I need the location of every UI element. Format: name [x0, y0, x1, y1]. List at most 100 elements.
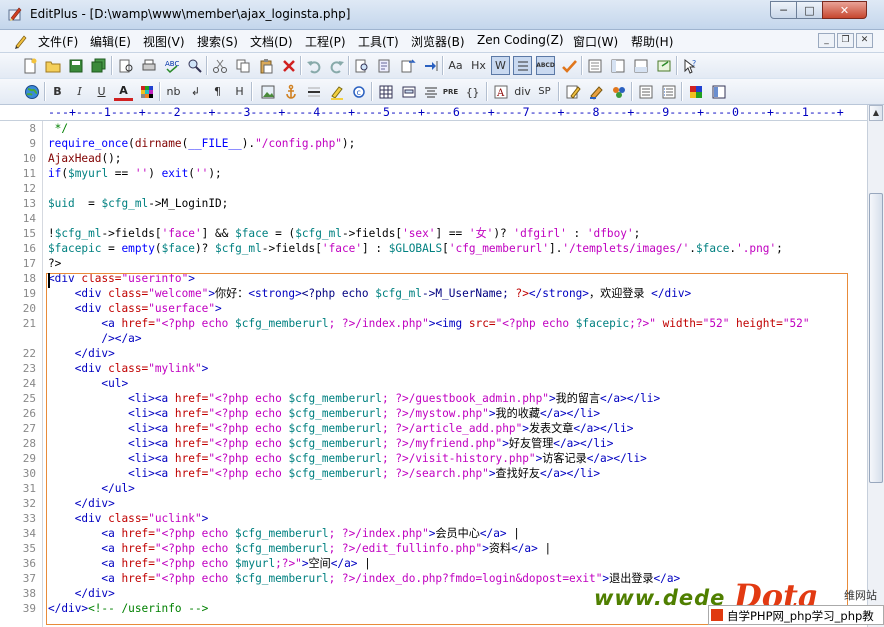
nbsp-button[interactable]: nb — [164, 82, 183, 101]
line-number-icon[interactable] — [513, 56, 532, 75]
cliptext-icon[interactable] — [585, 56, 604, 75]
form-icon[interactable] — [399, 82, 418, 101]
browser-icon[interactable] — [654, 56, 673, 75]
edit-pencil-icon[interactable] — [563, 82, 582, 101]
font-color-button[interactable]: A — [114, 82, 133, 101]
copy-icon[interactable] — [233, 56, 252, 75]
menu-browser[interactable]: 浏览器(B) — [411, 33, 465, 50]
code-token: $cfg_ml — [54, 227, 102, 240]
vertical-scrollbar[interactable]: ▲ — [867, 105, 884, 627]
mdi-restore-icon[interactable]: ❐ — [837, 33, 854, 48]
print-icon[interactable] — [139, 56, 158, 75]
div-button[interactable]: div — [513, 82, 532, 101]
code-token: ->M_LoginID; — [148, 197, 229, 210]
help-pointer-icon[interactable]: ? — [680, 56, 699, 75]
scroll-up-icon[interactable]: ▲ — [869, 105, 883, 121]
color-picker-icon[interactable] — [609, 82, 628, 101]
line-number: 14 — [22, 212, 36, 225]
ruler-icon[interactable]: ABCD — [536, 56, 555, 75]
line-break-button[interactable]: ↲ — [186, 82, 205, 101]
new-file-icon[interactable] — [20, 56, 39, 75]
hex-view-icon[interactable]: Hx — [469, 56, 488, 75]
output-window-icon[interactable] — [631, 56, 650, 75]
html-toolbar: B I U A nb ↲ ¶ H c PRE {} A div SP — [0, 79, 884, 105]
palette-grid-icon[interactable] — [686, 82, 705, 101]
underline-button[interactable]: U — [92, 82, 111, 101]
code-token: dirname — [134, 137, 182, 150]
comment-icon[interactable]: c — [350, 82, 369, 101]
table-icon[interactable] — [376, 82, 395, 101]
maximize-button[interactable]: □ — [796, 1, 823, 19]
code-token: 查找好友 — [495, 467, 540, 480]
code-token: '女' — [468, 227, 494, 240]
find-icon[interactable] — [185, 56, 204, 75]
code-line: 9 require_once(dirname(__FILE__)."/config… — [0, 136, 867, 151]
menu-file[interactable]: 文件(F) — [38, 33, 78, 50]
html-toolbar-icon[interactable] — [636, 82, 655, 101]
span-button[interactable]: SP — [535, 82, 554, 101]
code-line: 14 — [0, 211, 867, 226]
code-token: ; ?> — [381, 392, 409, 405]
color-palette-icon[interactable] — [137, 82, 156, 101]
font-dialog-icon[interactable]: A — [491, 82, 510, 101]
globe-icon[interactable] — [22, 82, 41, 101]
save-all-icon[interactable] — [89, 56, 108, 75]
minimize-button[interactable]: ─ — [770, 1, 797, 19]
word-wrap-icon[interactable]: W — [491, 56, 510, 75]
scroll-thumb[interactable] — [869, 193, 883, 483]
code-line: 29 <li><a href="<?php echo $cfg_memberur… — [0, 451, 867, 466]
menu-window[interactable]: 窗口(W) — [573, 33, 618, 50]
code-token: == — [108, 167, 135, 180]
menu-tools[interactable]: 工具(T) — [358, 33, 399, 50]
menu-project[interactable]: 工程(P) — [305, 33, 346, 50]
find-replace-icon[interactable] — [352, 56, 371, 75]
menu-view[interactable]: 视图(V) — [143, 33, 185, 50]
code-text: <li><a href="<?php echo $cfg_memberurl; … — [48, 436, 613, 451]
code-token: "<?php echo — [208, 422, 289, 435]
document-pencil-icon[interactable] — [13, 33, 29, 49]
menu-document[interactable]: 文档(D) — [250, 33, 293, 50]
paste-icon[interactable] — [256, 56, 275, 75]
spell-check-icon[interactable]: ABC — [162, 56, 181, 75]
bold-button[interactable]: B — [48, 82, 67, 101]
code-text: </div> — [48, 586, 115, 601]
heading-button[interactable]: H — [230, 82, 249, 101]
directory-icon[interactable] — [608, 56, 627, 75]
horizontal-rule-icon[interactable] — [304, 82, 323, 101]
center-align-icon[interactable] — [421, 82, 440, 101]
undo-icon[interactable] — [304, 56, 323, 75]
pre-button[interactable]: PRE — [441, 82, 460, 101]
goto-line-icon[interactable] — [421, 56, 440, 75]
image-icon[interactable] — [258, 82, 277, 101]
mdi-close-icon[interactable]: ✕ — [856, 33, 873, 48]
open-folder-icon[interactable] — [43, 56, 62, 75]
menu-help[interactable]: 帮助(H) — [631, 33, 673, 50]
css-icon[interactable] — [586, 82, 605, 101]
code-editor[interactable]: 8 */9 require_once(dirname(__FILE__)."/co… — [0, 121, 867, 627]
anchor-icon[interactable] — [281, 82, 300, 101]
code-brackets-icon[interactable]: {} — [464, 82, 483, 101]
view-list-icon[interactable] — [659, 82, 678, 101]
delete-icon[interactable] — [279, 56, 298, 75]
save-icon[interactable] — [66, 56, 85, 75]
menu-edit[interactable]: 编辑(E) — [90, 33, 131, 50]
print-preview-icon[interactable] — [116, 56, 135, 75]
code-token: ). — [241, 137, 256, 150]
menu-search[interactable]: 搜索(S) — [197, 33, 238, 50]
italic-button[interactable]: I — [70, 82, 89, 101]
replace-icon[interactable] — [398, 56, 417, 75]
highlight-icon[interactable] — [327, 82, 346, 101]
mdi-minimize-icon[interactable]: _ — [818, 33, 835, 48]
code-text: AjaxHead(); — [48, 151, 121, 166]
font-size-icon[interactable]: Aa — [446, 56, 465, 75]
paragraph-button[interactable]: ¶ — [208, 82, 227, 101]
preview-panel-icon[interactable] — [709, 82, 728, 101]
find-in-files-icon[interactable] — [375, 56, 394, 75]
code-token: ，欢迎登录 — [589, 287, 652, 300]
menu-zen-coding[interactable]: Zen Coding(Z) — [477, 33, 564, 47]
cut-icon[interactable] — [210, 56, 229, 75]
checkmark-icon[interactable] — [559, 56, 578, 75]
code-token: $cfg_memberurl — [235, 542, 329, 555]
close-button[interactable]: ✕ — [822, 1, 867, 19]
redo-icon[interactable] — [327, 56, 346, 75]
